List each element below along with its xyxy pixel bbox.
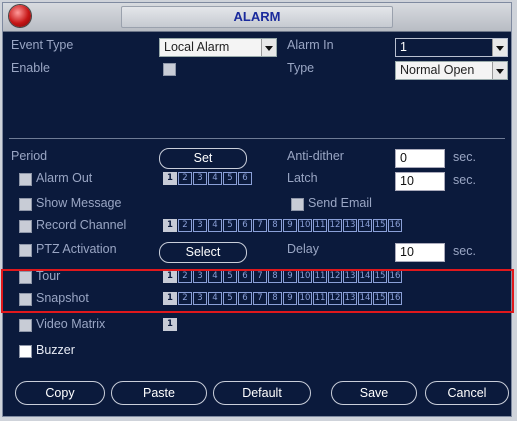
alarm-out-channel[interactable]: 1 (163, 172, 177, 185)
alarm-window: ALARM Event Type Local Alarm Alarm In 1 … (2, 2, 512, 417)
save-button[interactable]: Save (331, 381, 417, 405)
enable-label: Enable (11, 61, 50, 75)
video-matrix-checkbox[interactable] (19, 319, 32, 332)
alarm-out-channel[interactable]: 4 (208, 172, 222, 185)
buzzer-label: Buzzer (36, 343, 75, 357)
cancel-button[interactable]: Cancel (425, 381, 509, 405)
type-select[interactable]: Normal Open (395, 61, 508, 80)
record-channel[interactable]: 3 (193, 219, 207, 232)
record-channel[interactable]: 13 (343, 219, 357, 232)
record-channel[interactable]: 12 (328, 219, 342, 232)
anti-dither-label: Anti-dither (287, 149, 344, 163)
video-matrix-channels: 1 (163, 318, 178, 332)
alarm-in-select[interactable]: 1 (395, 38, 508, 57)
latch-input[interactable]: 10 (395, 172, 445, 191)
divider (9, 138, 505, 139)
record-channel[interactable]: 14 (358, 219, 372, 232)
window-title: ALARM (233, 9, 281, 24)
latch-unit: sec. (453, 173, 476, 187)
alarm-in-label: Alarm In (287, 38, 334, 52)
chevron-down-icon (261, 39, 276, 56)
alarm-out-channel[interactable]: 2 (178, 172, 192, 185)
record-channel[interactable]: 8 (268, 219, 282, 232)
record-channel[interactable]: 11 (313, 219, 327, 232)
delay-unit: sec. (453, 244, 476, 258)
period-set-button[interactable]: Set (159, 148, 247, 169)
delay-label: Delay (287, 242, 319, 256)
send-email-label: Send Email (308, 196, 372, 210)
alarm-out-label: Alarm Out (36, 171, 93, 185)
chevron-down-icon (492, 62, 507, 79)
show-message-checkbox[interactable] (19, 198, 32, 211)
event-type-value: Local Alarm (164, 40, 230, 54)
record-channel-checkbox[interactable] (19, 220, 32, 233)
alarm-out-channel[interactable]: 5 (223, 172, 237, 185)
record-channels: 1 2 3 4 5 6 7 8 9 10 11 12 13 14 15 16 (163, 219, 403, 233)
period-label: Period (11, 149, 48, 163)
record-channel[interactable]: 4 (208, 219, 222, 232)
show-message-label: Show Message (36, 196, 122, 210)
record-channel[interactable]: 6 (238, 219, 252, 232)
alarm-out-channels: 1 2 3 4 5 6 (163, 172, 253, 186)
record-channel[interactable]: 9 (283, 219, 297, 232)
alarm-out-checkbox[interactable] (19, 173, 32, 186)
event-type-select[interactable]: Local Alarm (159, 38, 277, 57)
default-button[interactable]: Default (213, 381, 311, 405)
enable-checkbox[interactable] (163, 63, 176, 76)
send-email-checkbox[interactable] (291, 198, 304, 211)
record-channel[interactable]: 2 (178, 219, 192, 232)
video-matrix-channel[interactable]: 1 (163, 318, 177, 331)
latch-label: Latch (287, 171, 318, 185)
alarm-out-channel[interactable]: 6 (238, 172, 252, 185)
copy-button[interactable]: Copy (15, 381, 105, 405)
record-channel[interactable]: 16 (388, 219, 402, 232)
record-channel[interactable]: 1 (163, 219, 177, 232)
record-channel[interactable]: 10 (298, 219, 312, 232)
record-channel[interactable]: 7 (253, 219, 267, 232)
ptz-activation-label: PTZ Activation (36, 242, 117, 256)
ptz-activation-checkbox[interactable] (19, 244, 32, 257)
record-channel[interactable]: 15 (373, 219, 387, 232)
delay-input[interactable]: 10 (395, 243, 445, 262)
video-matrix-label: Video Matrix (36, 317, 106, 331)
chevron-down-icon (492, 39, 507, 56)
title-bar: ALARM (3, 3, 511, 32)
alarm-in-value: 1 (400, 40, 407, 54)
alarm-out-channel[interactable]: 3 (193, 172, 207, 185)
type-value: Normal Open (400, 63, 475, 77)
highlight-box (1, 269, 514, 313)
anti-dither-input[interactable]: 0 (395, 149, 445, 168)
ptz-select-button[interactable]: Select (159, 242, 247, 263)
record-channel-label: Record Channel (36, 218, 127, 232)
paste-button[interactable]: Paste (111, 381, 207, 405)
anti-dither-unit: sec. (453, 150, 476, 164)
type-label: Type (287, 61, 315, 75)
record-channel[interactable]: 5 (223, 219, 237, 232)
event-type-label: Event Type (11, 38, 74, 52)
buzzer-checkbox[interactable] (19, 345, 32, 358)
